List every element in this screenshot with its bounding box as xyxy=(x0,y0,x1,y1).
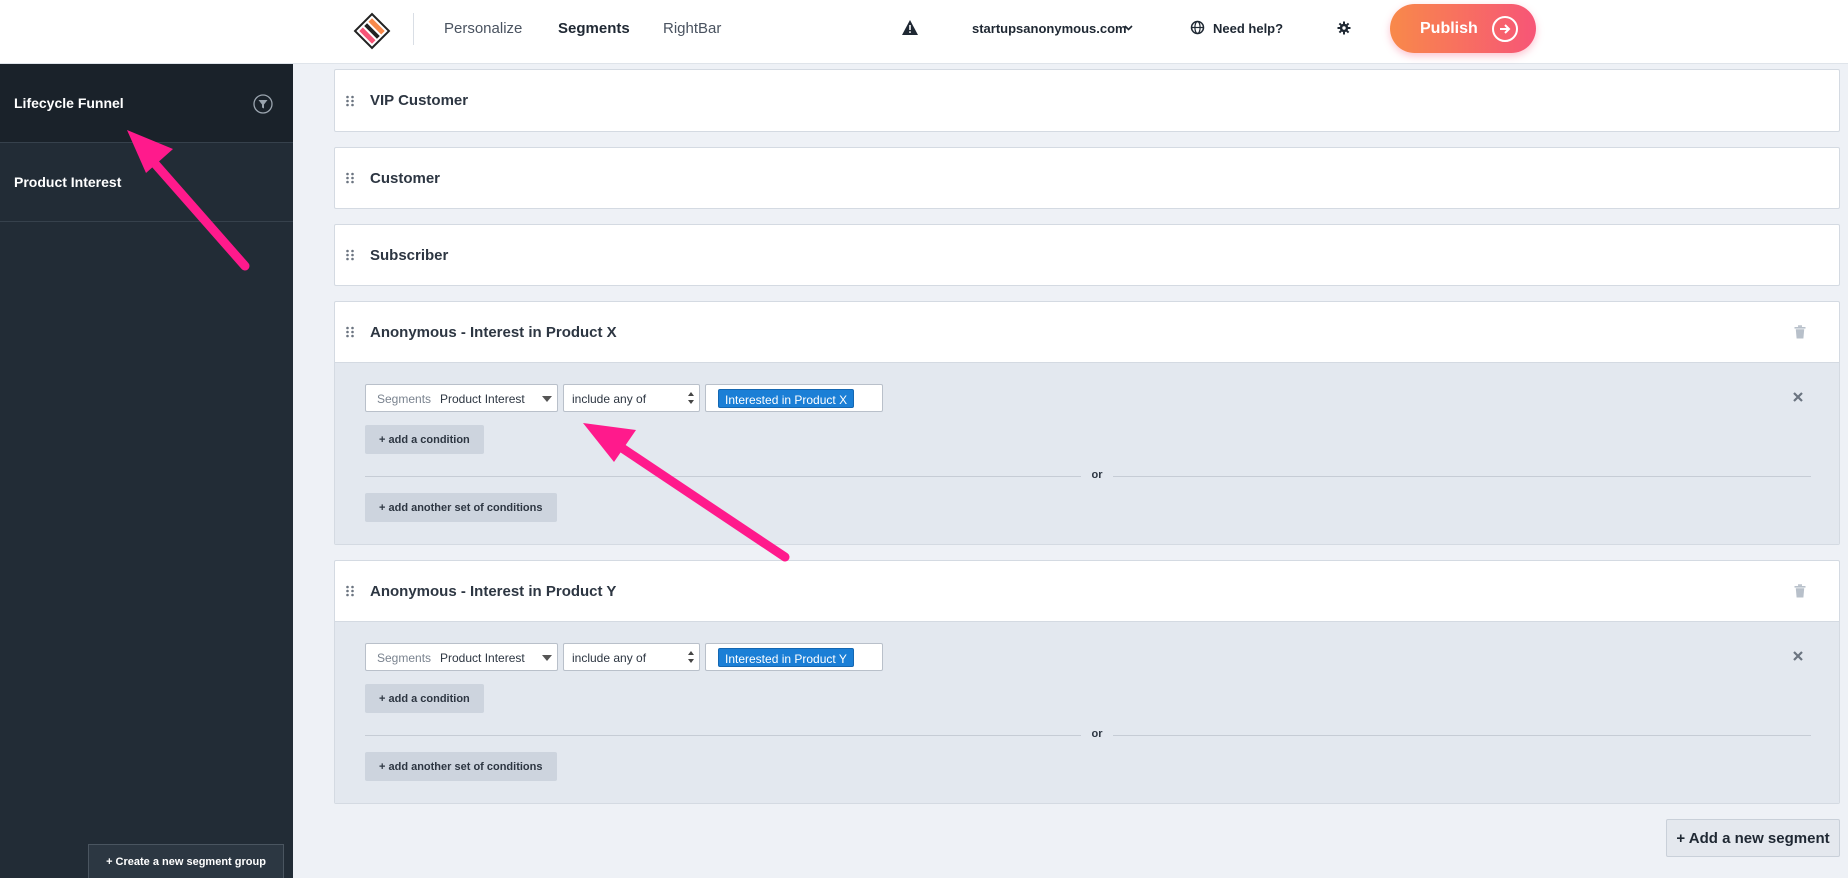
caret-down-icon xyxy=(542,655,552,661)
select-value: Product Interest xyxy=(440,392,525,406)
conditions-panel: Segments Product Interest include any of… xyxy=(335,621,1839,803)
select-prefix: Segments xyxy=(377,651,432,665)
trash-icon[interactable] xyxy=(1794,584,1806,598)
segment-card: Customer xyxy=(334,147,1840,209)
drag-handle-icon[interactable] xyxy=(345,95,355,107)
segment-title[interactable]: Anonymous - Interest in Product Y xyxy=(370,583,616,600)
help-link[interactable]: Need help? xyxy=(1213,21,1283,36)
sidebar-item-product-interest[interactable]: Product Interest xyxy=(0,143,293,222)
caret-down-icon xyxy=(542,396,552,402)
logo-divider xyxy=(413,13,414,45)
drag-handle-icon[interactable] xyxy=(345,326,355,338)
select-value: Product Interest xyxy=(440,651,525,665)
select-value: include any of xyxy=(572,651,647,665)
chevron-down-icon[interactable] xyxy=(1124,25,1133,31)
or-label: or xyxy=(1081,728,1113,740)
segment-title[interactable]: Customer xyxy=(370,170,440,187)
close-icon[interactable] xyxy=(1793,392,1803,402)
segment-title[interactable]: VIP Customer xyxy=(370,92,468,109)
sidebar-item-label: Product Interest xyxy=(14,174,122,190)
sidebar-item-lifecycle-funnel[interactable]: Lifecycle Funnel xyxy=(0,64,293,143)
drag-handle-icon[interactable] xyxy=(345,585,355,597)
publish-button[interactable]: Publish xyxy=(1390,4,1536,53)
segment-header: Anonymous - Interest in Product Y xyxy=(335,561,1839,621)
domain-selector[interactable]: startupsanonymous.com xyxy=(972,21,1127,36)
logo-icon[interactable] xyxy=(352,11,392,51)
close-icon[interactable] xyxy=(1793,651,1803,661)
nav-personalize[interactable]: Personalize xyxy=(444,20,522,37)
gear-icon[interactable] xyxy=(1336,20,1352,36)
sidebar-item-label: Lifecycle Funnel xyxy=(14,95,124,111)
add-condition-button[interactable]: + add a condition xyxy=(365,684,484,713)
segment-title[interactable]: Anonymous - Interest in Product X xyxy=(370,324,617,341)
trash-icon[interactable] xyxy=(1794,325,1806,339)
segment-header: Anonymous - Interest in Product X xyxy=(335,302,1839,362)
updown-arrows-icon xyxy=(688,392,694,404)
tag-input[interactable]: Interested in Product Y xyxy=(705,643,883,671)
operator-select[interactable]: include any of xyxy=(563,384,700,412)
segment-card-expanded: Anonymous - Interest in Product Y Segmen… xyxy=(334,560,1840,804)
add-condition-set-button[interactable]: + add another set of conditions xyxy=(365,752,557,781)
filter-icon[interactable] xyxy=(253,94,273,114)
drag-handle-icon[interactable] xyxy=(345,172,355,184)
globe-icon[interactable] xyxy=(1190,20,1205,35)
segment-tag[interactable]: Interested in Product X xyxy=(718,389,855,408)
segment-group-select[interactable]: Segments Product Interest xyxy=(365,643,558,671)
select-value: include any of xyxy=(572,392,647,406)
arrow-right-icon xyxy=(1492,16,1518,42)
sidebar: Lifecycle Funnel Product Interest + Crea… xyxy=(0,64,293,878)
segment-card: VIP Customer xyxy=(334,69,1840,132)
create-segment-group-button[interactable]: + Create a new segment group xyxy=(88,844,284,878)
segment-card-expanded: Anonymous - Interest in Product X Segmen… xyxy=(334,301,1840,545)
operator-select[interactable]: include any of xyxy=(563,643,700,671)
conditions-panel: Segments Product Interest include any of… xyxy=(335,362,1839,544)
add-condition-button[interactable]: + add a condition xyxy=(365,425,484,454)
top-nav: Personalize Segments RightBar startupsan… xyxy=(0,0,1848,64)
add-new-segment-button[interactable]: + Add a new segment xyxy=(1666,819,1840,857)
updown-arrows-icon xyxy=(688,651,694,663)
nav-segments[interactable]: Segments xyxy=(558,20,630,37)
nav-rightbar[interactable]: RightBar xyxy=(663,20,721,37)
segment-group-select[interactable]: Segments Product Interest xyxy=(365,384,558,412)
segment-tag[interactable]: Interested in Product Y xyxy=(718,648,854,667)
warning-icon[interactable] xyxy=(901,19,919,37)
publish-label: Publish xyxy=(1420,19,1478,37)
select-prefix: Segments xyxy=(377,392,432,406)
segment-title[interactable]: Subscriber xyxy=(370,247,448,264)
tag-input[interactable]: Interested in Product X xyxy=(705,384,883,412)
segment-card: Subscriber xyxy=(334,224,1840,286)
or-label: or xyxy=(1081,469,1113,481)
add-condition-set-button[interactable]: + add another set of conditions xyxy=(365,493,557,522)
drag-handle-icon[interactable] xyxy=(345,249,355,261)
